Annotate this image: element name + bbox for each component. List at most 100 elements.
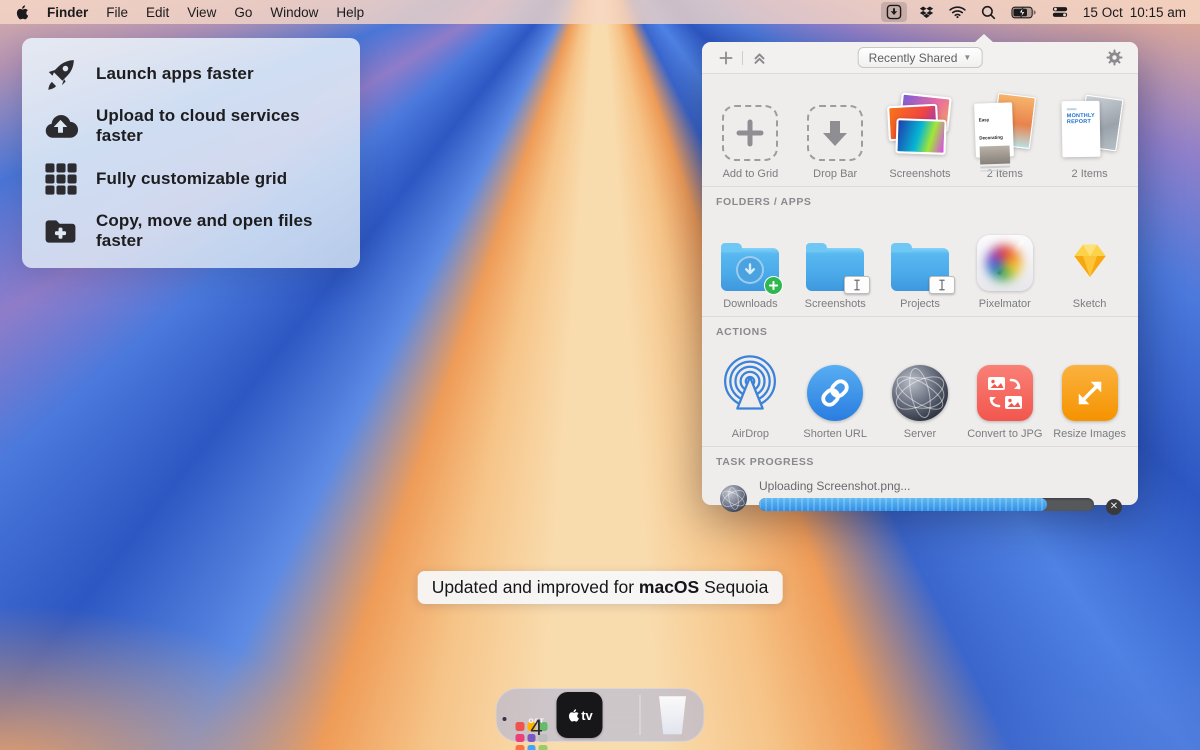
control-center-icon[interactable] xyxy=(1052,6,1068,18)
drop-target-items-2[interactable]: MONTHLY REPORT 2 Items xyxy=(1047,82,1132,180)
promo-label: Copy, move and open files faster xyxy=(96,211,340,251)
download-arrow-icon xyxy=(736,256,764,284)
action-resize-images[interactable]: Resize Images xyxy=(1047,342,1132,440)
app-pixelmator[interactable]: Pixelmator xyxy=(962,212,1047,310)
task-label: Uploading Screenshot.png... xyxy=(759,479,1094,493)
item-label: Downloads xyxy=(723,298,777,310)
menu-app-name[interactable]: Finder xyxy=(47,5,88,20)
apple-menu-icon[interactable] xyxy=(14,4,29,21)
screenshot-stack-icon xyxy=(884,95,956,161)
item-label: Pixelmator xyxy=(979,298,1031,310)
dock-apple-tv[interactable]: tv xyxy=(557,692,603,738)
folder-rename-icon xyxy=(806,248,864,291)
desktop: Finder File Edit View Go Window Help xyxy=(0,0,1200,750)
caption-bold: macOS xyxy=(639,577,699,597)
dropbox-menubar-icon[interactable] xyxy=(919,5,934,20)
sketch-icon xyxy=(1062,235,1118,291)
folders-apps-row: Downloads Screenshots Projects xyxy=(702,208,1138,316)
item-label: Shorten URL xyxy=(803,428,867,440)
action-server[interactable]: Server xyxy=(878,342,963,440)
action-convert-jpg[interactable]: Convert to JPG xyxy=(962,342,1047,440)
folder-screenshots[interactable]: Screenshots xyxy=(793,212,878,310)
item-label: Server xyxy=(904,428,936,440)
header-divider xyxy=(742,51,743,65)
menu-help[interactable]: Help xyxy=(336,5,364,20)
menubar-date: 15 Oct xyxy=(1083,5,1123,20)
item-label: Sketch xyxy=(1073,298,1107,310)
menubar-clock[interactable]: 15 Oct 10:15 am xyxy=(1083,5,1186,20)
promo-label: Launch apps faster xyxy=(96,64,254,84)
menu-window[interactable]: Window xyxy=(270,5,318,20)
document-stack-icon: MONTHLY REPORT xyxy=(1054,95,1126,161)
gear-icon[interactable] xyxy=(1102,47,1126,69)
promo-label: Upload to cloud services faster xyxy=(96,106,340,146)
recently-shared-dropdown[interactable]: Recently Shared ▼ xyxy=(858,47,983,68)
progress-bar xyxy=(759,498,1094,511)
promo-item-grid: Fully customizable grid xyxy=(42,160,340,197)
folder-projects[interactable]: Projects xyxy=(878,212,963,310)
drop-target-add-to-grid[interactable]: Add to Grid xyxy=(708,82,793,180)
section-title-folders-apps: FOLDERS / APPS xyxy=(702,187,1138,208)
drop-target-drop-bar[interactable]: Drop Bar xyxy=(793,82,878,180)
dock-trash[interactable] xyxy=(650,692,696,738)
magazine-photo xyxy=(979,145,1010,164)
feature-callout-panel: Launch apps faster Upload to cloud servi… xyxy=(22,38,360,268)
dock: OCT 4 tv xyxy=(496,688,705,742)
promo-label: Fully customizable grid xyxy=(96,169,287,189)
link-icon xyxy=(807,365,863,421)
task-globe-icon xyxy=(720,485,747,512)
caption-text: Updated and improved for xyxy=(432,577,639,597)
panel-header: Recently Shared ▼ xyxy=(702,42,1138,74)
dropdown-label: Recently Shared xyxy=(869,51,958,65)
action-shorten-url[interactable]: Shorten URL xyxy=(793,342,878,440)
grid-icon xyxy=(42,160,79,197)
folder-rename-icon xyxy=(891,248,949,291)
menubar-time: 10:15 am xyxy=(1130,5,1186,20)
drop-target-items-1[interactable]: Easy Decorating 2 Items xyxy=(962,82,1047,180)
promo-item-upload: Upload to cloud services faster xyxy=(42,106,340,146)
chevron-down-icon: ▼ xyxy=(963,53,971,62)
document-stack-icon: Easy Decorating xyxy=(969,95,1041,161)
spotlight-search-icon[interactable] xyxy=(981,5,996,20)
drop-target-screenshots[interactable]: Screenshots xyxy=(878,82,963,180)
arrow-down-dashed-icon xyxy=(807,105,863,161)
task-row: Uploading Screenshot.png... ✕ xyxy=(702,468,1138,515)
resize-icon xyxy=(1062,365,1118,421)
folder-download-icon xyxy=(721,248,779,291)
menu-view[interactable]: View xyxy=(187,5,216,20)
plus-badge-icon xyxy=(764,276,783,295)
report-title: MONTHLY REPORT xyxy=(1066,113,1094,126)
promo-item-copy: Copy, move and open files faster xyxy=(42,211,340,251)
action-airdrop[interactable]: AirDrop xyxy=(708,342,793,440)
progress-bar-fill xyxy=(759,498,1047,511)
actions-row: AirDrop Shorten URL Server Convert to JP… xyxy=(702,338,1138,446)
dropzone-panel: Recently Shared ▼ Add to Grid Drop Bar xyxy=(702,42,1138,505)
add-dashed-icon xyxy=(722,105,778,161)
item-label: Screenshots xyxy=(805,298,866,310)
cancel-task-button[interactable]: ✕ xyxy=(1106,499,1122,515)
app-sketch[interactable]: Sketch xyxy=(1047,212,1132,310)
drop-target-label: Screenshots xyxy=(889,168,950,180)
caption-banner: Updated and improved for macOS Sequoia xyxy=(418,571,783,604)
pixelmator-icon xyxy=(977,235,1033,291)
drop-target-label: Add to Grid xyxy=(723,168,779,180)
battery-charging-icon[interactable] xyxy=(1011,6,1037,19)
cloud-upload-icon xyxy=(42,108,79,145)
menu-file[interactable]: File xyxy=(106,5,128,20)
dock-separator xyxy=(640,695,641,735)
magazine-title: Easy Decorating xyxy=(978,117,1002,140)
menu-go[interactable]: Go xyxy=(234,5,252,20)
item-label: Convert to JPG xyxy=(967,428,1042,440)
wifi-icon[interactable] xyxy=(949,5,966,19)
dropzone-menubar-icon[interactable] xyxy=(881,2,907,22)
ibeam-cursor-icon xyxy=(844,276,870,294)
folder-plus-icon xyxy=(42,213,79,250)
tv-label: tv xyxy=(581,708,593,723)
menu-edit[interactable]: Edit xyxy=(146,5,169,20)
collapse-button[interactable] xyxy=(747,47,771,69)
folder-downloads[interactable]: Downloads xyxy=(708,212,793,310)
section-title-actions: ACTIONS xyxy=(702,317,1138,338)
drop-targets-row: Add to Grid Drop Bar Screenshots Easy De… xyxy=(702,74,1138,186)
add-button[interactable] xyxy=(714,47,738,69)
menu-bar: Finder File Edit View Go Window Help xyxy=(0,0,1200,24)
